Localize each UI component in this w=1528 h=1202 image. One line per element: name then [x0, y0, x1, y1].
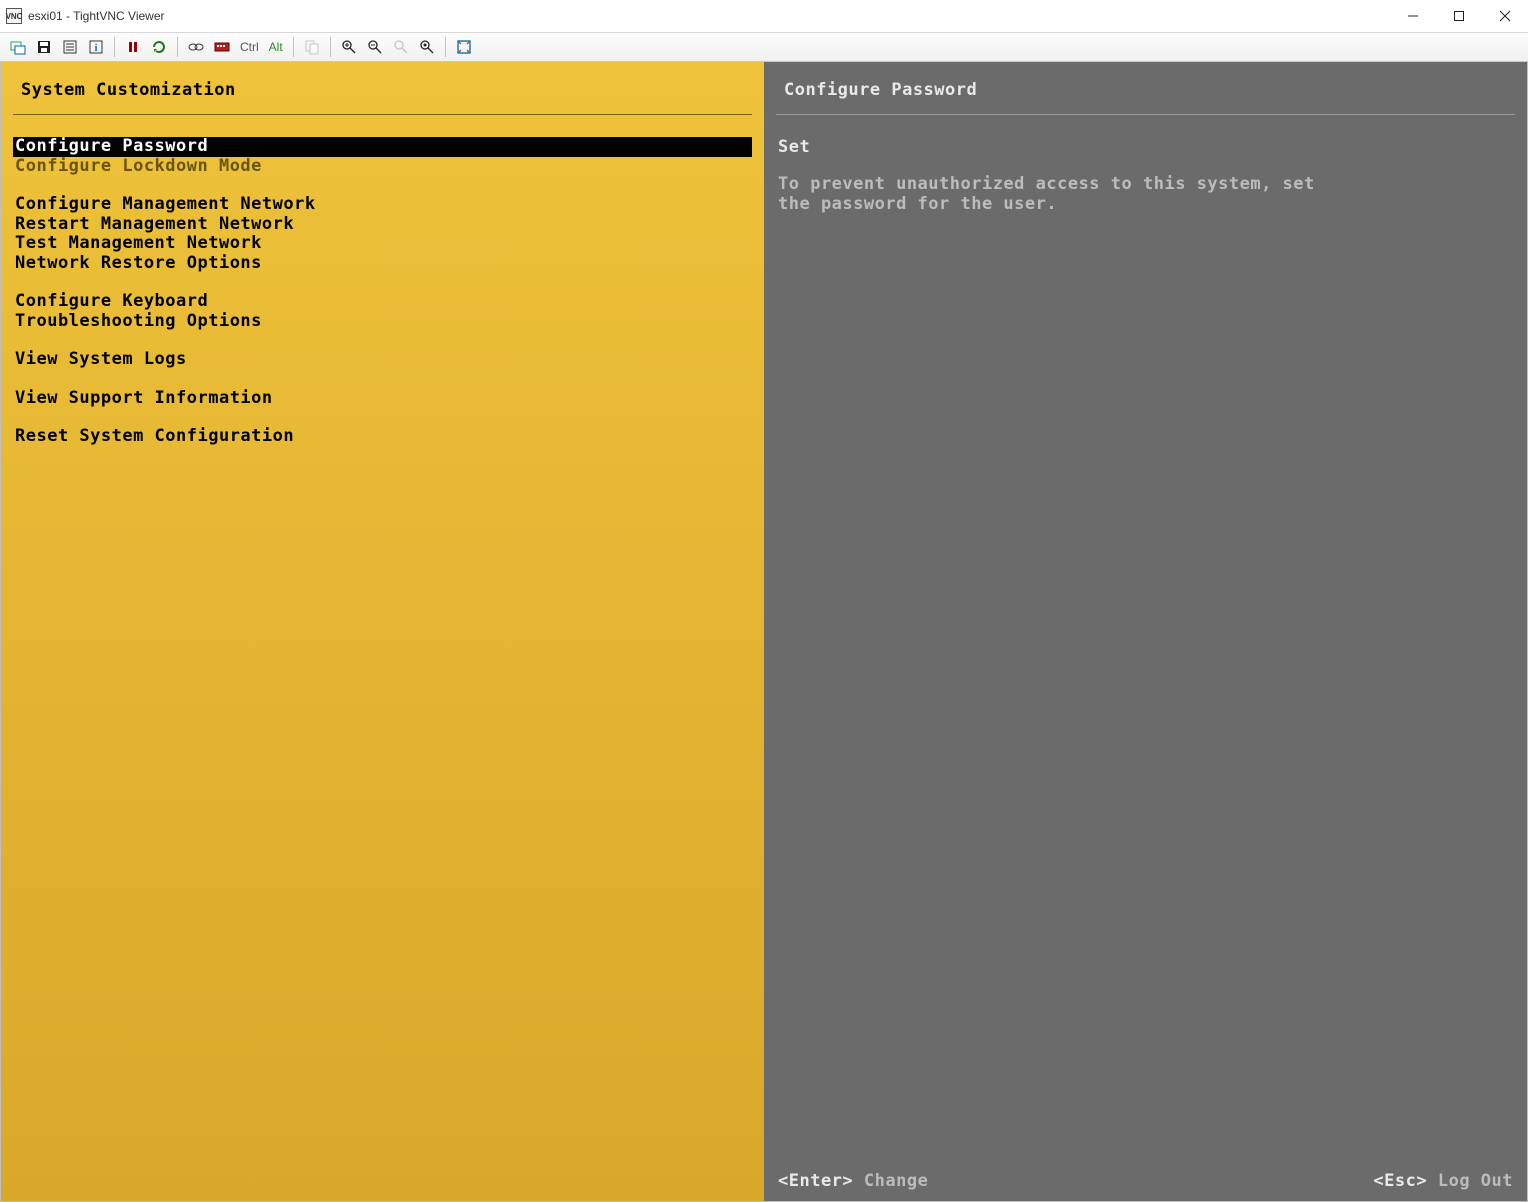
menu-group: View System Logs	[13, 350, 752, 370]
zoom-in-icon[interactable]	[339, 37, 359, 57]
menu-item[interactable]: Configure Password	[13, 137, 752, 157]
detail-pane: Configure Password Set To prevent unauth…	[764, 62, 1527, 1201]
footer-hints: <Enter> Change <Esc> Log Out	[764, 1171, 1527, 1191]
menu-item[interactable]: View System Logs	[13, 350, 752, 370]
refresh-icon[interactable]	[149, 37, 169, 57]
menu-pane: System Customization Configure PasswordC…	[1, 62, 764, 1201]
save-icon[interactable]	[34, 37, 54, 57]
window-title: esxi01 - TightVNC Viewer	[28, 9, 165, 23]
enter-key-label: <Enter>	[778, 1171, 853, 1191]
zoom-out-icon[interactable]	[365, 37, 385, 57]
menu-item[interactable]: Reset System Configuration	[13, 427, 752, 447]
detail-description: To prevent unauthorized access to this s…	[776, 175, 1336, 214]
toolbar-separator	[114, 37, 115, 57]
toolbar: i Ctrl Alt	[0, 32, 1528, 62]
password-status: Set	[776, 137, 1515, 157]
toolbar-separator	[177, 37, 178, 57]
menu-group: Configure Management NetworkRestart Mana…	[13, 195, 752, 273]
window-controls	[1390, 0, 1528, 32]
close-button[interactable]	[1482, 0, 1528, 32]
menu-item[interactable]: Network Restore Options	[13, 254, 752, 274]
menu-group: View Support Information	[13, 389, 752, 409]
menu-item[interactable]: Restart Management Network	[13, 215, 752, 235]
menu-group: Configure PasswordConfigure Lockdown Mod…	[13, 137, 752, 176]
window-titlebar: VNC esxi01 - TightVNC Viewer	[0, 0, 1528, 32]
detail-header: Configure Password	[776, 80, 1515, 115]
alt-toggle[interactable]: Alt	[267, 40, 285, 54]
menu-group: Reset System Configuration	[13, 427, 752, 447]
send-keys-icon[interactable]	[212, 37, 232, 57]
pause-icon[interactable]	[123, 37, 143, 57]
esxi-dcui: System Customization Configure PasswordC…	[1, 62, 1527, 1201]
info-icon[interactable]: i	[86, 37, 106, 57]
fullscreen-icon[interactable]	[454, 37, 474, 57]
esc-hint: <Esc> Log Out	[1373, 1171, 1513, 1191]
maximize-button[interactable]	[1436, 0, 1482, 32]
zoom-100-icon[interactable]	[391, 37, 411, 57]
app-icon: VNC	[6, 8, 22, 24]
menu-header: System Customization	[13, 80, 752, 115]
options-icon[interactable]	[60, 37, 80, 57]
ctrl-alt-del-icon[interactable]	[186, 37, 206, 57]
menu-item[interactable]: Configure Management Network	[13, 195, 752, 215]
enter-action-label: Change	[864, 1171, 928, 1191]
remote-viewport[interactable]: System Customization Configure PasswordC…	[0, 62, 1528, 1202]
svg-text:i: i	[95, 43, 98, 54]
esc-key-label: <Esc>	[1373, 1171, 1427, 1191]
ctrl-toggle[interactable]: Ctrl	[238, 40, 261, 54]
toolbar-separator	[330, 37, 331, 57]
enter-hint: <Enter> Change	[778, 1171, 928, 1191]
minimize-button[interactable]	[1390, 0, 1436, 32]
transfer-files-icon[interactable]	[302, 37, 322, 57]
esc-action-label: Log Out	[1438, 1171, 1513, 1191]
toolbar-separator	[293, 37, 294, 57]
menu-group: Configure KeyboardTroubleshooting Option…	[13, 292, 752, 331]
menu-item[interactable]: Test Management Network	[13, 234, 752, 254]
toolbar-separator	[445, 37, 446, 57]
new-connection-icon[interactable]	[8, 37, 28, 57]
menu-item[interactable]: Configure Lockdown Mode	[13, 157, 752, 177]
menu-item[interactable]: View Support Information	[13, 389, 752, 409]
menu-item[interactable]: Troubleshooting Options	[13, 312, 752, 332]
zoom-fit-icon[interactable]	[417, 37, 437, 57]
menu-item[interactable]: Configure Keyboard	[13, 292, 752, 312]
